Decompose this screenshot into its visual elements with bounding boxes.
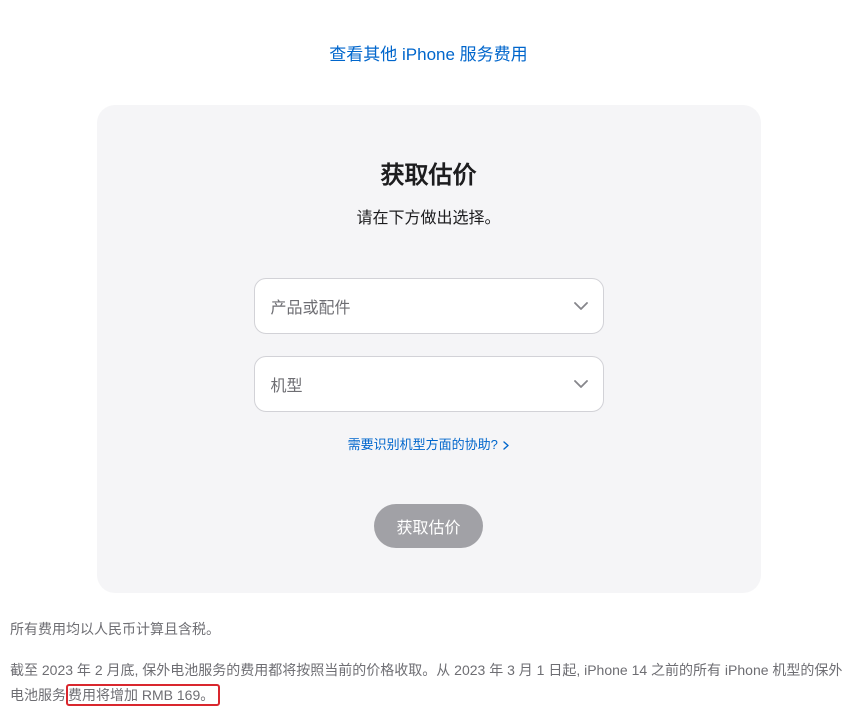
card-subtitle: 请在下方做出选择。: [137, 204, 721, 228]
help-link-label: 需要识别机型方面的协助?: [348, 437, 498, 452]
identify-model-help-link[interactable]: 需要识别机型方面的协助?: [348, 437, 510, 452]
chevron-right-icon: [503, 438, 509, 453]
view-other-services-link[interactable]: 查看其他 iPhone 服务费用: [329, 45, 527, 64]
get-estimate-button[interactable]: 获取估价: [374, 504, 482, 548]
model-select[interactable]: 机型: [254, 356, 604, 412]
price-increase-highlight: 费用将增加 RMB 169。: [66, 684, 220, 706]
footer-line-2: 截至 2023 年 2 月底, 保外电池服务的费用都将按照当前的价格收取。从 2…: [10, 658, 847, 708]
estimate-card: 获取估价 请在下方做出选择。 产品或配件 机型: [97, 105, 761, 593]
product-select-placeholder: 产品或配件: [271, 294, 351, 318]
model-select-placeholder: 机型: [271, 372, 303, 396]
footer-line-1: 所有费用均以人民币计算且含税。: [10, 617, 847, 642]
product-select[interactable]: 产品或配件: [254, 278, 604, 334]
card-title: 获取估价: [137, 155, 721, 190]
